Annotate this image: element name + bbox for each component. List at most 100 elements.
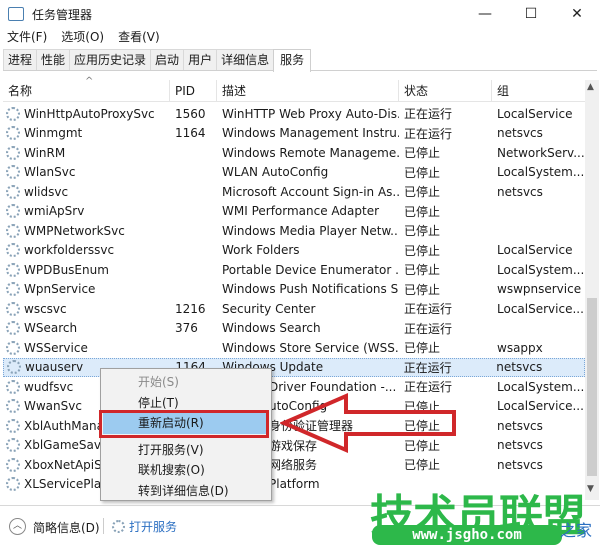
service-group: wsappx: [497, 340, 543, 355]
service-status: 已停止: [404, 458, 441, 473]
service-group: netsvcs: [496, 360, 543, 375]
service-status: 已停止: [404, 146, 441, 161]
service-row[interactable]: WinHttpAutoProxySvc 1560 WinHTTP Web Pro…: [3, 104, 585, 124]
tab-users[interactable]: 用户: [183, 49, 218, 70]
service-status: 已停止: [404, 341, 441, 356]
service-gear-icon: [6, 438, 20, 453]
service-name: WinRM: [3, 145, 170, 160]
service-name: workfolderssvc: [3, 243, 170, 258]
service-name-text: wmiApSrv: [24, 204, 85, 219]
service-status: 已停止: [404, 224, 441, 239]
service-status: 已停止: [404, 263, 441, 278]
service-gear-icon: [6, 477, 20, 492]
service-row[interactable]: Winmgmt 1164 Windows Management Instru..…: [3, 124, 585, 144]
minimize-button[interactable]: —: [462, 0, 508, 28]
title-bar: 任务管理器 — ☐ ✕: [0, 0, 600, 28]
service-gear-icon: [6, 379, 20, 394]
service-row[interactable]: workfolderssvc Work Folders 已停止 LocalSer…: [3, 241, 585, 261]
service-status: 正在运行: [403, 360, 452, 375]
service-name-text: workfolderssvc: [24, 243, 115, 258]
annotation-arrow-icon: [280, 392, 456, 454]
vertical-scrollbar[interactable]: ▲ ▼: [585, 80, 599, 500]
service-row[interactable]: XboxNetApiSvc 网络服务 已停止 netsvcs: [3, 455, 585, 475]
watermark-sub: 之家: [560, 521, 593, 540]
tab-bar: 进程 性能 应用历史记录 启动 用户 详细信息 服务: [3, 49, 597, 72]
window-title: 任务管理器: [32, 7, 93, 22]
service-group: LocalSystem...: [497, 379, 585, 394]
service-row[interactable]: WMPNetworkSvc Windows Media Player Netw.…: [3, 221, 585, 241]
tab-processes[interactable]: 进程: [3, 49, 38, 70]
service-gear-icon: [6, 106, 20, 121]
service-row[interactable]: WSService Windows Store Service (WSS... …: [3, 338, 585, 358]
task-manager-icon: [8, 7, 24, 21]
service-status: 正在运行: [404, 107, 453, 122]
gear-icon: [112, 520, 125, 533]
service-name-text: WMPNetworkSvc: [24, 223, 125, 238]
scrollbar-thumb[interactable]: [587, 298, 597, 476]
service-description: Windows Management Instru...: [222, 126, 399, 141]
collapse-icon[interactable]: ︿: [9, 518, 26, 535]
column-pid[interactable]: PID: [170, 80, 217, 101]
tab-startup[interactable]: 启动: [150, 49, 185, 70]
service-row[interactable]: wuauserv 1164 Windows Update 正在运行 netsvc…: [3, 357, 585, 377]
service-status: 已停止: [404, 282, 441, 297]
service-name: wlidsvc: [3, 184, 170, 199]
service-name-text: WPDBusEnum: [24, 262, 109, 277]
service-status: 已停止: [404, 204, 441, 219]
annotation-highlight-box: [99, 410, 269, 438]
close-button[interactable]: ✕: [554, 0, 600, 28]
service-group: netsvcs: [497, 126, 543, 141]
service-row[interactable]: wscsvc 1216 Security Center 正在运行 LocalSe…: [3, 299, 585, 319]
sort-caret-icon: ^: [85, 76, 94, 87]
column-description[interactable]: 描述: [217, 80, 399, 101]
tab-details[interactable]: 详细信息: [216, 49, 275, 70]
service-name-text: WSService: [24, 340, 88, 355]
service-gear-icon: [6, 184, 20, 199]
service-row[interactable]: WPDBusEnum Portable Device Enumerator ..…: [3, 260, 585, 280]
service-gear-icon: [6, 399, 20, 414]
service-description: Portable Device Enumerator ...: [222, 262, 399, 277]
open-services-link[interactable]: 打开服务: [112, 518, 177, 535]
service-row[interactable]: WSearch 376 Windows Search 正在运行: [3, 319, 585, 339]
service-status: 正在运行: [404, 302, 453, 317]
service-description: WMI Performance Adapter: [222, 204, 380, 219]
service-row[interactable]: wmiApSrv WMI Performance Adapter 已停止: [3, 202, 585, 222]
scroll-up-icon[interactable]: ▲: [587, 82, 594, 92]
service-status: 正在运行: [404, 321, 453, 336]
service-gear-icon: [6, 340, 20, 355]
tab-services[interactable]: 服务: [273, 49, 312, 72]
service-status: 已停止: [404, 185, 441, 200]
service-pid: 1164: [175, 126, 206, 141]
service-name: WpnService: [3, 282, 170, 297]
tab-performance[interactable]: 性能: [36, 49, 71, 70]
menu-item-go-to-details[interactable]: 转到详细信息(D): [101, 481, 271, 502]
tab-app-history[interactable]: 应用历史记录: [69, 49, 152, 70]
service-gear-icon: [6, 262, 20, 277]
watermark-url: www.jsgho.com: [372, 525, 562, 545]
menu-view[interactable]: 查看(V): [111, 28, 167, 48]
scroll-down-icon[interactable]: ▼: [587, 484, 594, 494]
service-description: Microsoft Account Sign-in As...: [222, 184, 399, 199]
service-description: Windows Search: [222, 321, 321, 336]
service-description: Windows Push Notifications S...: [222, 282, 399, 297]
column-group[interactable]: 组: [492, 80, 585, 101]
service-name-text: wlidsvc: [24, 184, 69, 199]
service-gear-icon: [7, 360, 21, 375]
maximize-button[interactable]: ☐: [508, 0, 554, 28]
service-row[interactable]: wlidsvc Microsoft Account Sign-in As... …: [3, 182, 585, 202]
menu-item-open-services[interactable]: 打开服务(V): [101, 440, 271, 461]
menu-file[interactable]: 文件(F): [0, 28, 54, 48]
menu-options[interactable]: 选项(O): [54, 28, 111, 48]
service-name: wscsvc: [3, 301, 170, 316]
brief-info-button[interactable]: 简略信息(D): [33, 519, 100, 536]
service-row[interactable]: WpnService Windows Push Notifications S.…: [3, 280, 585, 300]
service-gear-icon: [6, 204, 20, 219]
service-gear-icon: [6, 145, 20, 160]
service-status: 已停止: [404, 243, 441, 258]
service-row[interactable]: WinRM Windows Remote Manageme... 已停止 Net…: [3, 143, 585, 163]
menu-item-search-online[interactable]: 联机搜索(O): [101, 460, 271, 481]
column-status[interactable]: 状态: [399, 80, 492, 101]
service-row[interactable]: WlanSvc WLAN AutoConfig 已停止 LocalSystem.…: [3, 163, 585, 183]
service-name-text: WpnService: [24, 282, 96, 297]
service-group: LocalService...: [497, 301, 584, 316]
